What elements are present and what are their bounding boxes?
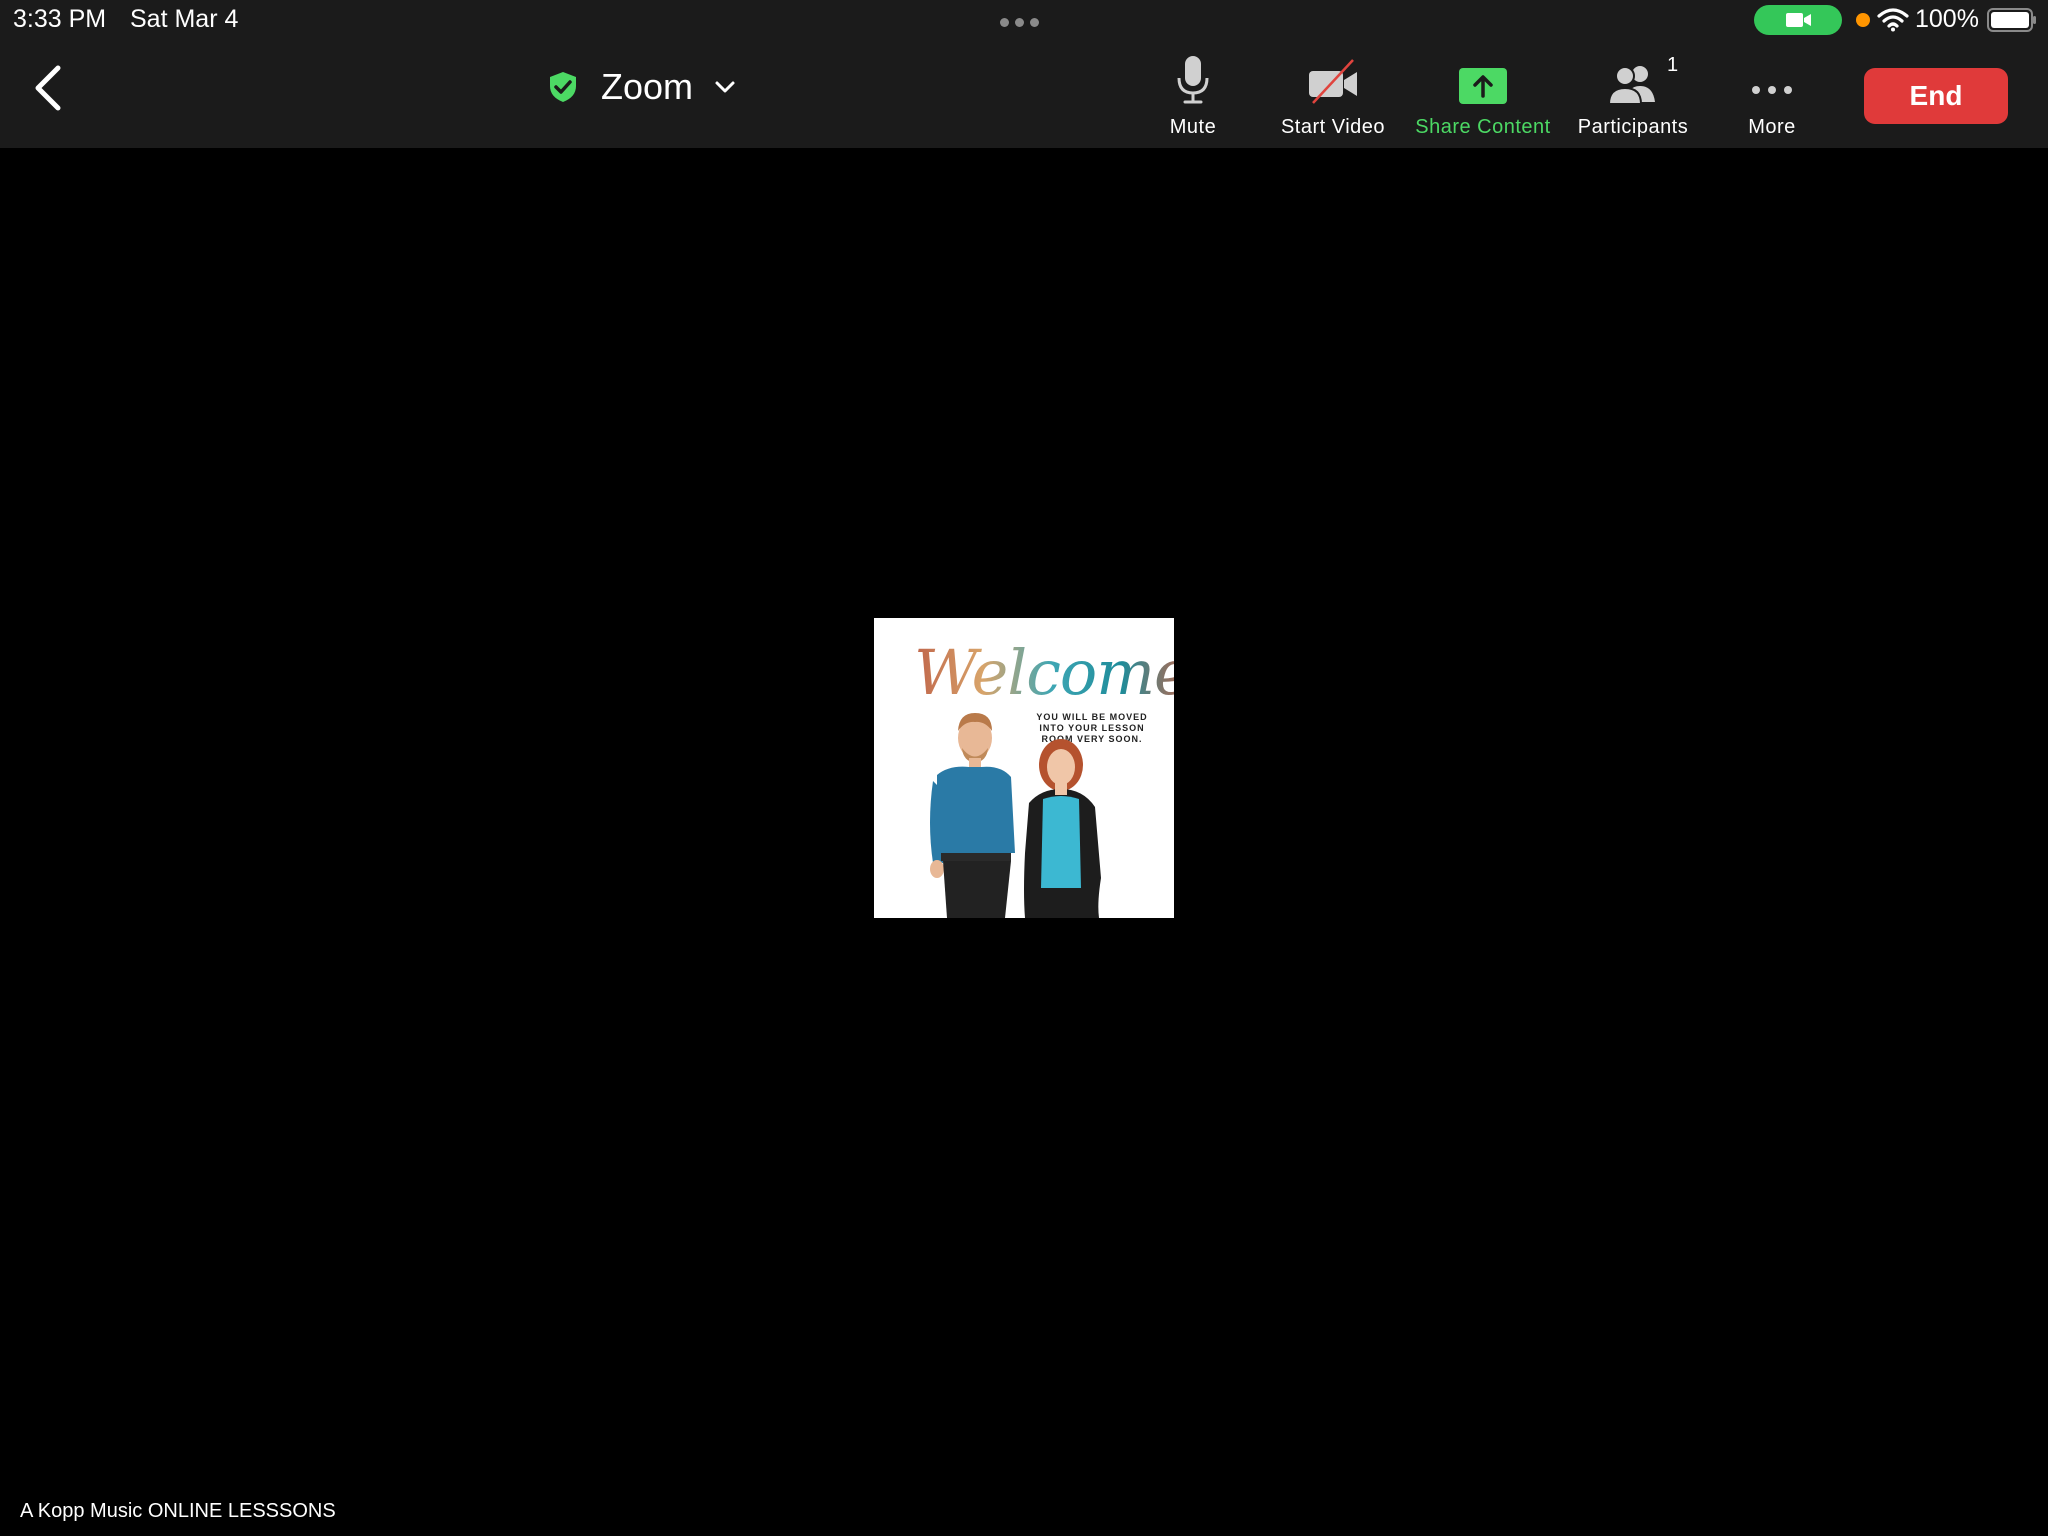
video-off-icon: [1309, 59, 1357, 104]
security-shield-icon: [550, 72, 576, 102]
welcome-title: Welcome: [914, 636, 1174, 709]
wifi-icon: [1877, 8, 1909, 32]
more-button[interactable]: More: [1742, 54, 1802, 139]
start-video-label: Start Video: [1280, 116, 1386, 138]
participants-icon: [1607, 66, 1655, 104]
status-date: Sat Mar 4: [130, 5, 239, 33]
microphone-icon: [1177, 56, 1209, 104]
battery-icon: [1987, 8, 2036, 32]
mute-button[interactable]: Mute: [1163, 54, 1223, 139]
meeting-toolbar: Zoom Mute Start Video Share Content Part…: [0, 40, 2048, 148]
status-time: 3:33 PM: [13, 5, 107, 33]
share-arrow-up-icon: [1459, 68, 1507, 104]
meeting-name-label: A Kopp Music ONLINE LESSSONS: [20, 1500, 336, 1522]
couple-illustration: [930, 713, 1101, 918]
mute-label: Mute: [1169, 116, 1217, 138]
share-content-label: Share Content: [1415, 116, 1551, 138]
more-label: More: [1748, 116, 1796, 138]
participant-count-badge: 1: [1667, 54, 1679, 76]
share-content-button[interactable]: Share Content: [1408, 54, 1558, 139]
start-video-button[interactable]: Start Video: [1272, 54, 1394, 139]
video-camera-icon: [1786, 13, 1811, 27]
status-bar: 3:33 PM Sat Mar 4 100%: [0, 0, 2048, 40]
end-meeting-button[interactable]: End: [1864, 68, 2008, 124]
meeting-title-dropdown[interactable]: Zoom: [545, 62, 737, 112]
more-dots-icon: [1752, 86, 1792, 94]
multitasking-dots-icon[interactable]: [1000, 14, 1048, 27]
back-chevron-icon[interactable]: [28, 62, 70, 114]
meeting-title: Zoom: [601, 66, 694, 107]
camera-in-use-indicator: [1754, 5, 1842, 35]
chevron-down-icon: [715, 81, 735, 93]
shared-welcome-image: Welcome YOU WILL BE MOVED INTO YOUR LESS…: [874, 618, 1174, 918]
battery-percent: 100%: [1915, 5, 1979, 33]
microphone-in-use-dot: [1856, 13, 1870, 27]
participants-label: Participants: [1577, 116, 1689, 138]
